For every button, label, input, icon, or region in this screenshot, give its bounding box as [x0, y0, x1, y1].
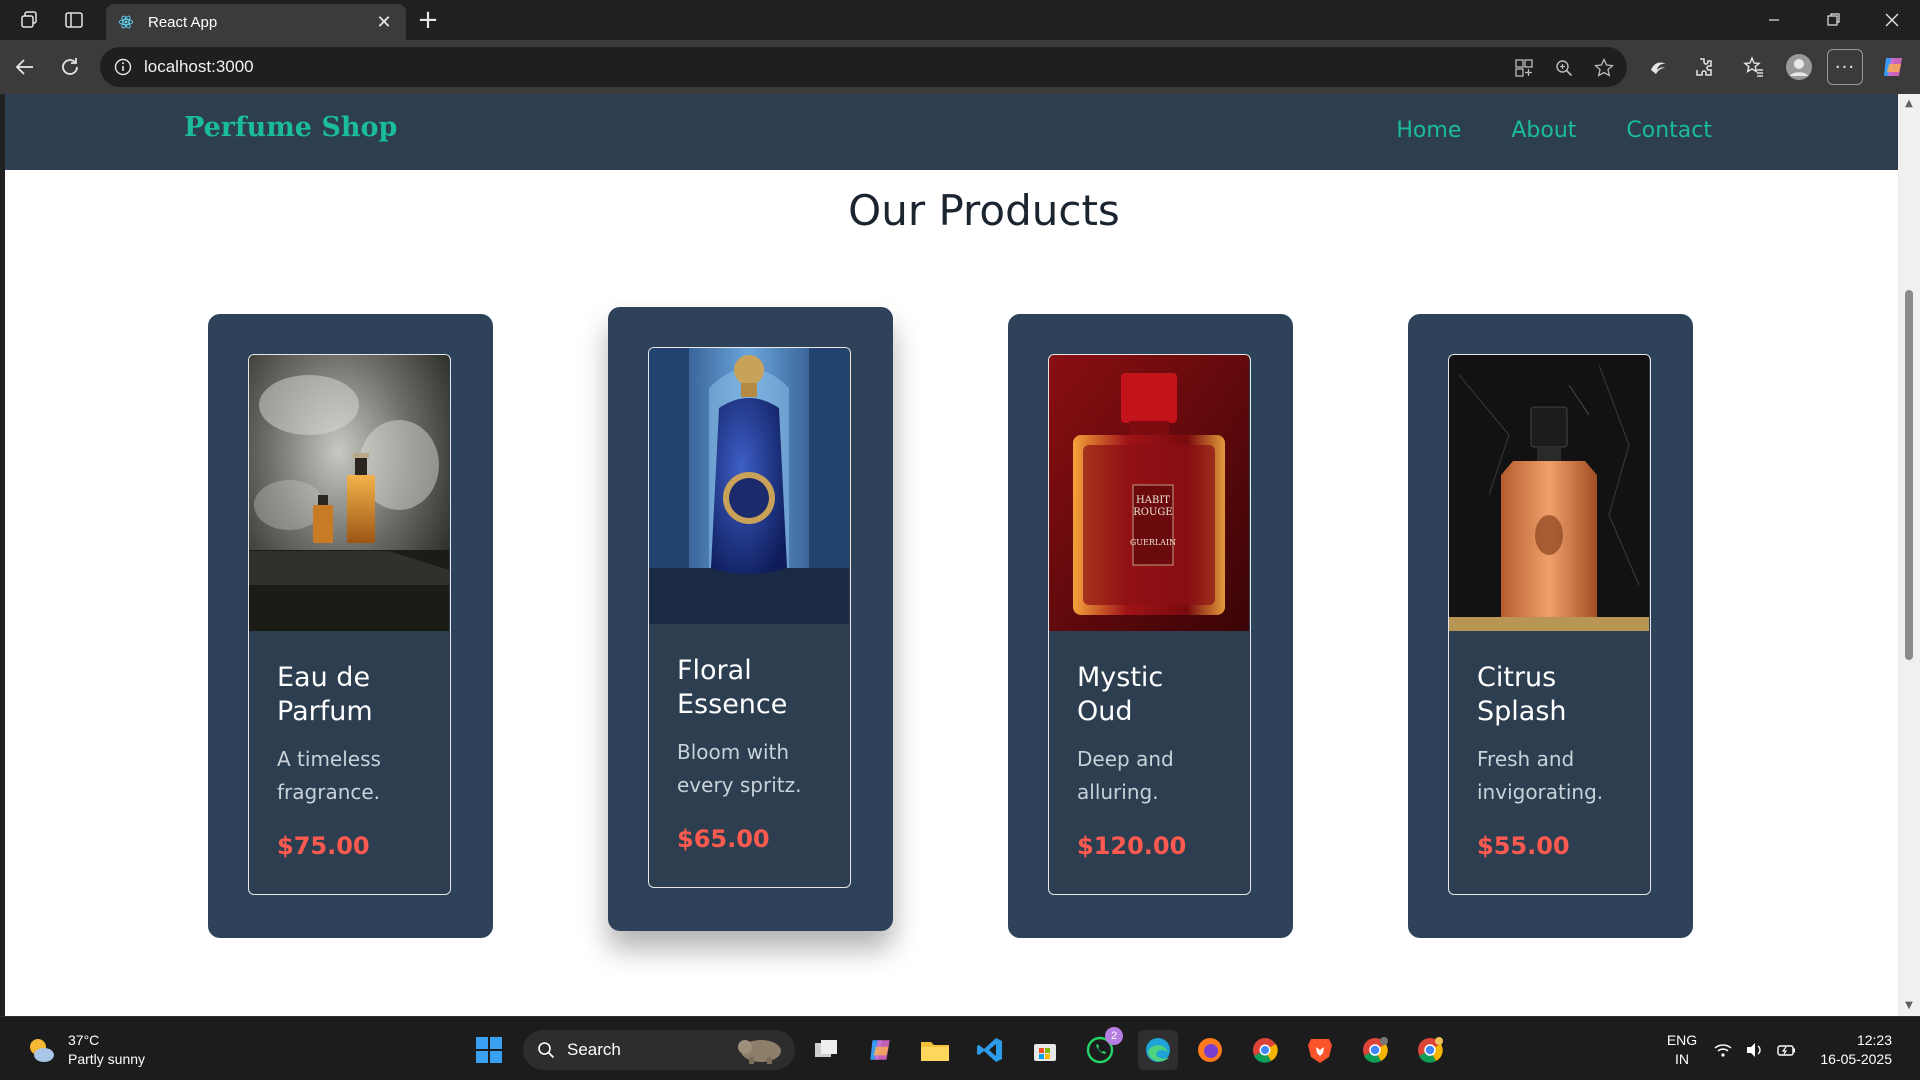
product-card-inner: Floral Essence Bloom with every spritz. …	[648, 347, 851, 888]
product-price: $65.00	[677, 825, 770, 853]
start-windows-icon[interactable]	[472, 1033, 506, 1067]
product-name: Citrus Splash	[1477, 662, 1567, 727]
product-card-inner: Eau de Parfum A timeless fragrance. $75.…	[248, 354, 451, 895]
back-icon[interactable]	[10, 52, 40, 82]
product-card[interactable]: HABIT ROUGE GUERLAIN Mystic Oud Deep and…	[1008, 314, 1293, 938]
new-tab-button[interactable]: +	[414, 6, 442, 34]
search-icon	[538, 1042, 555, 1059]
product-description: A timeless fragrance.	[277, 747, 381, 804]
vscode-icon[interactable]	[973, 1033, 1007, 1067]
react-icon	[118, 15, 134, 29]
address-bar[interactable]: localhost:3000	[100, 47, 1627, 87]
chrome-profile-icon[interactable]	[1358, 1033, 1392, 1067]
browser-toolbar: localhost:3000 ···	[0, 40, 1920, 94]
partly-sunny-icon	[30, 1039, 54, 1062]
vertical-tabs-icon[interactable]	[62, 8, 86, 32]
profile-avatar-icon[interactable]	[1784, 52, 1814, 82]
microsoft-store-icon[interactable]	[1028, 1033, 1062, 1067]
settings-more-icon[interactable]: ···	[1827, 49, 1863, 85]
firefox-icon[interactable]	[1193, 1033, 1227, 1067]
browser-essentials-icon[interactable]	[1643, 52, 1673, 82]
browser-tab-active[interactable]: React App ✕	[106, 4, 406, 40]
url-text: localhost:3000	[144, 57, 254, 76]
product-card[interactable]: Floral Essence Bloom with every spritz. …	[608, 307, 893, 931]
minimize-icon[interactable]	[1756, 8, 1792, 32]
clock-date: 16-05-2025	[1820, 1051, 1892, 1067]
product-price: $120.00	[1077, 832, 1187, 860]
task-view-icon[interactable]	[809, 1033, 843, 1067]
bottle-label-text: ROUGE	[1133, 507, 1172, 518]
product-image	[649, 348, 849, 624]
bottle-label-text: HABIT	[1136, 495, 1170, 506]
nav-link-home[interactable]: Home	[1396, 118, 1461, 143]
product-name: Mystic Oud	[1077, 662, 1164, 727]
product-card-inner: HABIT ROUGE GUERLAIN Mystic Oud Deep and…	[1048, 354, 1251, 895]
nav-links: Home About Contact	[1396, 118, 1712, 143]
product-image	[1449, 355, 1649, 631]
app-available-icon[interactable]	[1512, 56, 1536, 80]
edge-browser-icon[interactable]	[1138, 1030, 1178, 1070]
browser-titlebar: React App ✕ +	[0, 0, 1920, 40]
battery-icon[interactable]	[1776, 1033, 1798, 1067]
search-highlight-icon	[738, 1040, 781, 1064]
brave-icon[interactable]	[1303, 1033, 1337, 1067]
scrollbar-thumb[interactable]	[1905, 290, 1913, 660]
chrome-icon[interactable]	[1248, 1033, 1282, 1067]
nav-link-contact[interactable]: Contact	[1626, 118, 1712, 143]
wifi-icon[interactable]	[1712, 1033, 1734, 1067]
scroll-up-icon[interactable]: ▲	[1903, 98, 1915, 109]
zoom-icon[interactable]	[1552, 56, 1576, 80]
weather-widget[interactable]: 37°C Partly sunny	[26, 1031, 145, 1069]
volume-icon[interactable]	[1744, 1033, 1766, 1067]
reload-icon[interactable]	[55, 52, 85, 82]
favorite-star-icon[interactable]	[1592, 56, 1616, 80]
page-scrollbar[interactable]: ▲ ▼	[1898, 94, 1920, 1016]
language-code: ENG	[1666, 1032, 1698, 1048]
product-name: Floral Essence	[677, 655, 788, 720]
bottle-label-text: GUERLAIN	[1130, 538, 1176, 547]
restore-icon[interactable]	[1816, 8, 1852, 32]
close-tab-icon[interactable]: ✕	[374, 12, 394, 33]
taskbar-search[interactable]: Search	[523, 1030, 795, 1070]
region-code: IN	[1675, 1051, 1689, 1067]
clock-time: 12:23	[1856, 1032, 1892, 1048]
site-navbar: Perfume Shop Home About Contact	[5, 94, 1898, 170]
product-description: Fresh and invigorating.	[1477, 747, 1604, 804]
page-viewport: Perfume Shop Home About Contact Our Prod…	[5, 94, 1898, 1016]
brand-logo[interactable]: Perfume Shop	[184, 112, 397, 143]
workspaces-icon[interactable]	[18, 8, 42, 32]
language-indicator[interactable]: ENG IN	[1664, 1031, 1700, 1069]
extensions-icon[interactable]	[1688, 52, 1718, 82]
page-title: Our Products	[848, 186, 1120, 235]
product-image: HABIT ROUGE GUERLAIN	[1049, 355, 1249, 631]
favorites-icon[interactable]	[1739, 52, 1769, 82]
windows-taskbar: 37°C Partly sunny Search 2 ENG IN 12:23 …	[0, 1016, 1920, 1080]
chrome-profile-icon[interactable]	[1413, 1033, 1447, 1067]
product-card[interactable]: Eau de Parfum A timeless fragrance. $75.…	[208, 314, 493, 938]
scroll-down-icon[interactable]: ▼	[1903, 1000, 1915, 1011]
info-icon[interactable]	[114, 58, 132, 76]
product-price: $75.00	[277, 832, 370, 860]
whatsapp-icon[interactable]: 2	[1083, 1027, 1123, 1067]
product-card-inner: Citrus Splash Fresh and invigorating. $5…	[1448, 354, 1651, 895]
file-explorer-icon[interactable]	[918, 1033, 952, 1067]
product-price: $55.00	[1477, 832, 1570, 860]
product-card[interactable]: Citrus Splash Fresh and invigorating. $5…	[1408, 314, 1693, 938]
weather-desc: Partly sunny	[68, 1051, 146, 1067]
product-image	[249, 355, 449, 631]
product-description: Deep and alluring.	[1077, 747, 1174, 804]
tab-title: React App	[148, 13, 218, 31]
notification-badge: 2	[1105, 1027, 1123, 1045]
nav-link-about[interactable]: About	[1511, 118, 1576, 143]
copilot-icon[interactable]	[1878, 52, 1908, 82]
product-name: Eau de Parfum	[277, 662, 373, 727]
close-window-icon[interactable]	[1874, 8, 1910, 32]
product-description: Bloom with every spritz.	[677, 740, 802, 797]
weather-temp: 37°C	[68, 1032, 100, 1048]
copilot-app-icon[interactable]	[863, 1033, 897, 1067]
clock[interactable]: 12:23 16-05-2025	[1812, 1031, 1892, 1069]
search-label: Search	[567, 1040, 621, 1059]
